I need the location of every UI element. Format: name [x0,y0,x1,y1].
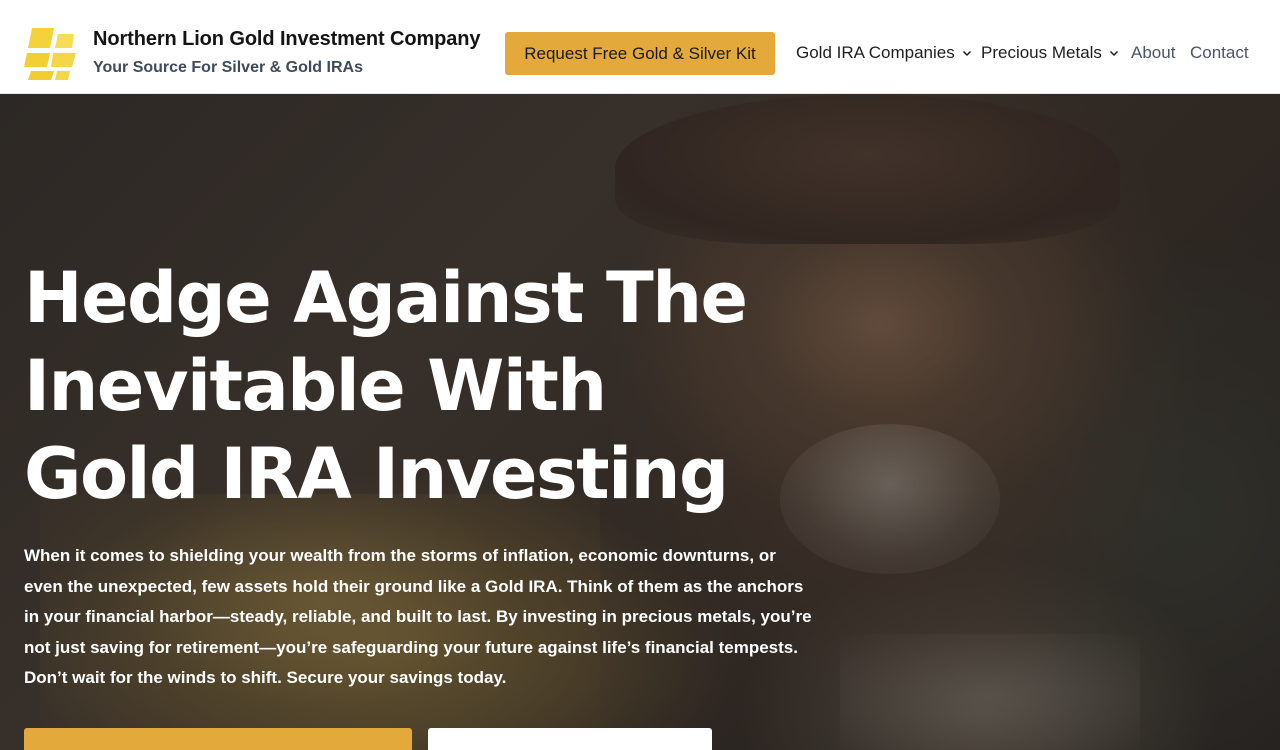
nav-item-contact[interactable]: Contact [1190,42,1249,64]
hero-title: Hedge Against The Inevitable With Gold I… [24,257,748,515]
hero-primary-button[interactable] [24,728,412,750]
request-kit-button[interactable]: Request Free Gold & Silver Kit [505,32,775,75]
nav-item-gold-ira-companies[interactable]: Gold IRA Companies [796,42,972,64]
hero-body: When it comes to shielding your wealth f… [24,546,812,687]
site-header: Northern Lion Gold Investment Company Yo… [0,0,1280,94]
gold-bars-logo-icon[interactable] [24,26,76,80]
nav-item-precious-metals[interactable]: Precious Metals [981,42,1119,64]
nav-item-label: Gold IRA Companies [796,43,955,62]
chevron-down-icon [962,50,971,57]
brand-title[interactable]: Northern Lion Gold Investment Company [93,28,481,51]
hero-secondary-button[interactable] [428,728,712,750]
chevron-down-icon [1109,50,1118,57]
nav-item-label: About [1131,43,1176,62]
nav-item-label: Contact [1190,43,1249,62]
nav-item-label: Precious Metals [981,43,1102,62]
hero-section: Hedge Against The Inevitable With Gold I… [0,94,1280,750]
brand-tagline: Your Source For Silver & Gold IRAs [93,59,363,76]
nav-item-about[interactable]: About [1131,42,1175,64]
